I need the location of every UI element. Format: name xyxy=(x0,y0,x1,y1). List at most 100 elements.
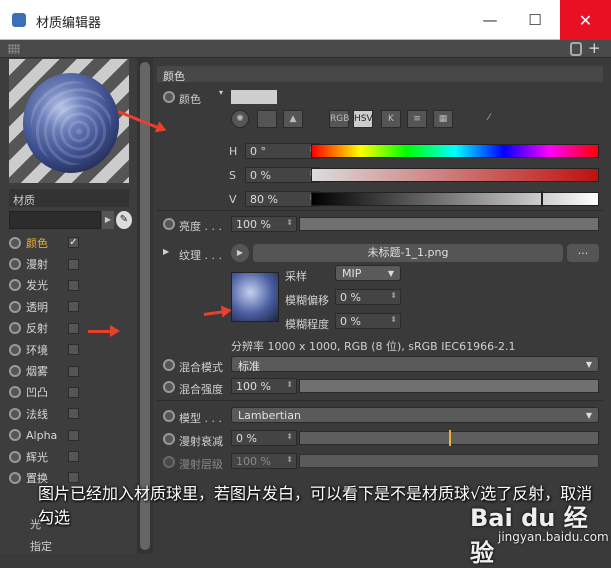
diffuse-falloff-handle[interactable] xyxy=(449,430,451,446)
left-panel: 材质 ▶ ✎ 颜色 ✓ 漫射 发光 透明 反射 环境 烟雾 凹凸 法线 Alpha… xyxy=(0,58,137,554)
left-scrollbar[interactable] xyxy=(137,58,153,554)
baidu-watermark-url: jingyan.baidu.com xyxy=(498,530,609,544)
spectrum-icon[interactable] xyxy=(257,110,277,128)
mixer-icon[interactable]: ≡ xyxy=(407,110,427,128)
channel-alpha[interactable]: Alpha xyxy=(9,425,137,446)
diffuse-falloff-label: 漫射衰减 xyxy=(179,435,223,448)
divider xyxy=(157,400,603,401)
model-dropdown[interactable]: Lambertian ▼ xyxy=(231,407,599,423)
brightness-label: 亮度 . . . xyxy=(179,220,222,233)
app-icon xyxy=(12,13,26,27)
mode-kelvin[interactable]: K xyxy=(381,110,401,128)
color-wheel-icon[interactable]: ✺ xyxy=(231,110,249,128)
grip-icon[interactable] xyxy=(8,44,20,54)
eyedropper-icon[interactable]: ⁄ xyxy=(479,110,499,128)
lock-icon[interactable] xyxy=(570,42,582,56)
channel-checkbox[interactable] xyxy=(68,451,79,463)
channel-checkbox[interactable] xyxy=(68,429,79,441)
channel-environment[interactable]: 环境 xyxy=(9,339,137,360)
diffuse-level-slider[interactable] xyxy=(299,454,599,468)
texture-label: 纹理 . . . xyxy=(179,249,222,262)
hue-slider[interactable] xyxy=(311,144,599,158)
toolbar: + xyxy=(0,40,611,58)
channel-fog[interactable]: 烟雾 xyxy=(9,360,137,381)
radio-icon[interactable] xyxy=(163,381,175,393)
radio-icon[interactable] xyxy=(163,359,175,371)
radio-icon xyxy=(9,386,21,399)
value-slider-handle[interactable] xyxy=(540,191,543,207)
radio-icon xyxy=(9,407,21,420)
arrow-right-icon[interactable]: ▶ xyxy=(102,211,114,229)
minimize-button[interactable]: — xyxy=(467,0,513,40)
material-preview[interactable] xyxy=(9,59,129,183)
channel-checkbox[interactable] xyxy=(68,408,79,420)
swatches-icon[interactable]: ▦ xyxy=(433,110,453,128)
mix-strength-input[interactable]: 100 % ⬍ xyxy=(231,378,297,394)
texture-resolution-info: 分辨率 1000 x 1000, RGB (8 位), sRGB IEC6196… xyxy=(231,340,516,353)
brightness-slider[interactable] xyxy=(299,217,599,231)
color-label: 颜色 xyxy=(179,93,201,106)
channel-checkbox[interactable] xyxy=(68,279,79,291)
blur-offset-label: 模糊偏移 xyxy=(285,294,329,307)
radio-icon[interactable] xyxy=(163,433,175,445)
h-label: H xyxy=(229,145,238,158)
channel-checkbox[interactable] xyxy=(68,344,79,356)
mix-strength-slider[interactable] xyxy=(299,379,599,393)
divider xyxy=(157,210,603,211)
diffuse-falloff-slider[interactable] xyxy=(299,430,599,446)
mix-mode-dropdown[interactable]: 标准 ▼ xyxy=(231,356,599,373)
value-slider[interactable] xyxy=(311,191,599,207)
diffuse-level-input[interactable]: 100 % ⬍ xyxy=(231,453,297,469)
saturation-slider[interactable] xyxy=(311,168,599,182)
channel-checkbox[interactable]: ✓ xyxy=(68,237,79,249)
pick-icon[interactable]: ✎ xyxy=(116,211,132,229)
texture-file-field[interactable]: 未标题-1_1.png xyxy=(253,244,563,262)
mix-strength-label: 混合强度 xyxy=(179,383,223,396)
radio-icon[interactable] xyxy=(163,410,175,422)
expand-icon[interactable]: ▾ xyxy=(219,88,223,97)
collapse-icon[interactable]: ▶ xyxy=(163,247,169,256)
h-input[interactable]: 0 °⬍ xyxy=(245,143,319,159)
radio-icon xyxy=(9,300,21,313)
channel-checkbox[interactable] xyxy=(68,365,79,377)
channel-normal[interactable]: 法线 xyxy=(9,403,137,424)
blur-offset-input[interactable]: 0 % ⬍ xyxy=(335,289,401,305)
channel-color[interactable]: 颜色 ✓ xyxy=(9,232,137,253)
channel-glow[interactable]: 辉光 xyxy=(9,446,137,467)
sampling-dropdown[interactable]: MIP ▼ xyxy=(335,265,401,281)
channel-checkbox[interactable] xyxy=(68,386,79,398)
radio-icon[interactable] xyxy=(163,218,175,230)
v-input[interactable]: 80 %⬍ xyxy=(245,191,319,207)
s-input[interactable]: 0 %⬍ xyxy=(245,167,319,183)
scrollbar-thumb[interactable] xyxy=(140,62,150,550)
close-button[interactable]: ✕ xyxy=(560,0,611,40)
channel-diffuse[interactable]: 漫射 xyxy=(9,253,137,274)
channel-luminance[interactable]: 发光 xyxy=(9,275,137,296)
material-name-input[interactable] xyxy=(9,211,101,229)
diffuse-level-label: 漫射层级 xyxy=(179,458,223,471)
color-swatch[interactable] xyxy=(231,90,277,104)
image-icon[interactable]: ▲ xyxy=(283,110,303,128)
blur-scale-label: 模糊程度 xyxy=(285,318,329,331)
annotation-arrow-icon xyxy=(88,325,120,337)
diffuse-falloff-input[interactable]: 0 % ⬍ xyxy=(231,430,297,446)
mode-hsv[interactable]: HSV xyxy=(353,110,373,128)
channel-transparency[interactable]: 透明 xyxy=(9,296,137,317)
channel-bump[interactable]: 凹凸 xyxy=(9,382,137,403)
bottom-item-assign[interactable]: 指定 xyxy=(30,538,52,554)
radio-icon xyxy=(9,279,21,292)
texture-thumbnail xyxy=(231,272,279,322)
channel-checkbox[interactable] xyxy=(68,258,79,270)
mode-rgb[interactable]: RGB xyxy=(329,110,349,128)
blur-scale-input[interactable]: 0 % ⬍ xyxy=(335,313,401,329)
radio-icon[interactable] xyxy=(163,456,175,468)
channel-checkbox[interactable] xyxy=(68,322,79,334)
texture-arrow-button[interactable]: ▶ xyxy=(231,244,249,262)
brightness-input[interactable]: 100 % ⬍ xyxy=(231,216,297,232)
texture-browse-button[interactable]: ... xyxy=(567,244,599,262)
radio-icon[interactable] xyxy=(163,91,175,103)
mix-mode-label: 混合模式 xyxy=(179,361,223,374)
add-icon[interactable]: + xyxy=(588,41,601,56)
maximize-button[interactable]: ☐ xyxy=(512,0,558,40)
channel-checkbox[interactable] xyxy=(68,301,79,313)
